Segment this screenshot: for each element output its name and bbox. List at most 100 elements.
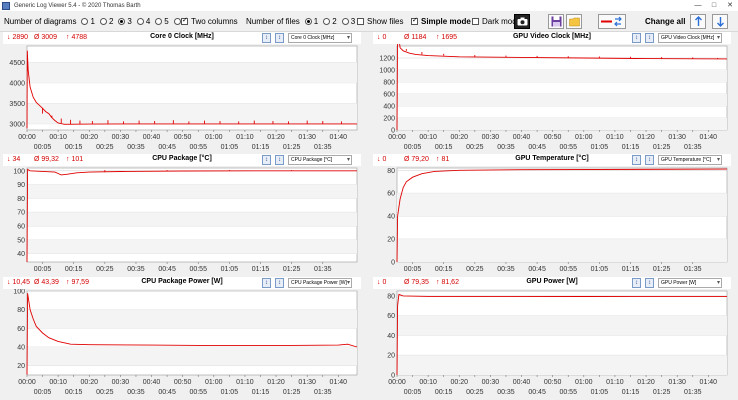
minimize-icon[interactable]: — [690, 0, 706, 11]
x-tick-label: 00:50 [174, 379, 192, 386]
x-tick-label: 00:45 [158, 266, 176, 273]
line-swap-icon [601, 16, 622, 27]
x-tick-label: 00:20 [450, 379, 468, 386]
camera-icon [517, 17, 527, 26]
x-tick-label: 01:05 [591, 266, 609, 273]
save-button[interactable] [548, 14, 564, 29]
x-tick-label: 00:35 [127, 144, 145, 151]
sort-desc-button[interactable]: ↕ [645, 278, 654, 288]
y-tick-label: 60 [387, 313, 395, 320]
sort-desc-button[interactable]: ↕ [645, 33, 654, 43]
diagrams-radio-2[interactable] [99, 18, 107, 25]
simple-mode-label: Simple mode [421, 17, 471, 26]
diagrams-radio-1[interactable] [81, 18, 89, 25]
sort-asc-button[interactable]: ↕ [632, 33, 641, 43]
diagrams-radio-6[interactable] [173, 18, 181, 25]
x-tick-label: 00:15 [65, 389, 83, 396]
dark-mode-checkbox[interactable] [472, 18, 479, 25]
diagrams-group: Number of diagrams 1 2 3 4 5 6 [4, 11, 187, 32]
panel-header: ↓ 0Ø 79,35 ↑ 81,62 GPU Power [W] ↕ ↕ GPU Powe… [373, 277, 731, 289]
sort-desc-button[interactable]: ↕ [275, 155, 284, 165]
x-tick-label: 01:00 [205, 134, 223, 141]
move-down-button[interactable] [712, 14, 728, 29]
x-tick-label: 01:35 [684, 389, 702, 396]
x-tick-label: 01:05 [221, 144, 239, 151]
show-files-group: Show files [357, 11, 403, 32]
close-icon[interactable]: ✕ [722, 0, 738, 11]
sort-desc-button[interactable]: ↕ [275, 278, 284, 288]
files-radio-1[interactable] [304, 18, 312, 25]
toggle-lines-button[interactable] [598, 14, 626, 29]
y-tick-label: 50 [17, 237, 25, 244]
y-tick-label: 20 [17, 363, 25, 370]
chart-core-0-clock-mhz: 3000 3500 4000 4500 00:00 00:10 00:20 00:30 00:4… [9, 45, 358, 151]
x-tick-label: 00:55 [189, 389, 207, 396]
app-icon [2, 1, 10, 10]
simple-mode-checkbox[interactable] [411, 16, 418, 25]
x-tick-label: 00:25 [466, 389, 484, 396]
panel-gpu-video-clock-mhz: ↓ 0Ø 1184 ↑ 1695 GPU Video Clock [MHz] ↕ ↕ GP… [373, 32, 731, 154]
grid-band [397, 239, 727, 262]
files-group: Number of files 1 2 3 [246, 11, 355, 32]
maximize-icon[interactable]: □ [706, 0, 722, 11]
x-tick-label: 00:45 [528, 389, 546, 396]
grid-band [397, 193, 727, 217]
sort-asc-button[interactable]: ↕ [632, 155, 641, 165]
x-tick-label: 00:05 [34, 389, 52, 396]
x-tick-label: 01:35 [684, 144, 702, 151]
move-up-button[interactable] [690, 14, 706, 29]
x-tick-label: 00:05 [34, 144, 52, 151]
open-folder-button[interactable] [566, 14, 582, 29]
y-tick-label: 80 [387, 293, 395, 300]
x-tick-label: 01:10 [606, 134, 624, 141]
series-select[interactable]: Core 0 Clock [MHz] [288, 33, 352, 43]
diagrams-radio-5[interactable] [155, 18, 163, 25]
title-bar: Generic Log Viewer 5.4 - © 2020 Thomas B… [0, 0, 738, 11]
x-tick-label: 01:00 [575, 134, 593, 141]
y-tick-label: 60 [387, 191, 395, 198]
chart-gpu-temperature-c: 0 20 40 60 80 00:05 00:15 00:25 00:35 00:45 00:55 0… [387, 167, 728, 273]
sort-asc-button[interactable]: ↕ [632, 278, 641, 288]
x-tick-label: 00:20 [80, 134, 98, 141]
sort-desc-button[interactable]: ↕ [275, 33, 284, 43]
panel-header: ↓ 0Ø 1184 ↑ 1695 GPU Video Clock [MHz] ↕ ↕ GP… [373, 32, 731, 44]
diagrams-radio-3[interactable] [118, 18, 126, 25]
sort-asc-button[interactable]: ↕ [262, 33, 271, 43]
files-radio-2[interactable] [323, 18, 331, 25]
x-tick-label: 00:55 [559, 266, 577, 273]
x-tick-label: 00:15 [65, 144, 83, 151]
series-select[interactable]: GPU Video Clock [MHz] [658, 33, 722, 43]
simple-mode-group: Simple mode [411, 11, 471, 32]
x-tick-label: 01:20 [637, 134, 655, 141]
x-tick-label: 01:30 [668, 134, 686, 141]
series-select[interactable]: GPU Temperature [°C] [658, 155, 722, 165]
window-controls: — □ ✕ [690, 0, 738, 11]
x-tick-label: 01:15 [252, 389, 270, 396]
x-tick-label: 01:00 [205, 379, 223, 386]
panel-header: ↓ 2890 Ø 3009 ↑ 4788 Core 0 Clock [MHz] ↕ ↕ Co… [3, 32, 361, 44]
y-tick-label: 60 [17, 326, 25, 333]
panel-cpu-package-power-w: ↓ 10,45 Ø 43,39 ↑ 97,59 CPU Package Power [… [3, 277, 361, 399]
x-tick-label: 00:00 [18, 379, 36, 386]
series-select[interactable]: CPU Package [°C] [288, 155, 352, 165]
diagrams-radio-4[interactable] [136, 18, 144, 25]
series-select[interactable]: GPU Power [W] [658, 278, 722, 288]
x-tick-label: 00:45 [158, 389, 176, 396]
show-files-label: Show files [367, 17, 404, 26]
camera-button[interactable] [514, 14, 530, 29]
sort-desc-button[interactable]: ↕ [645, 155, 654, 165]
show-files-checkbox[interactable] [357, 18, 364, 25]
sort-asc-button[interactable]: ↕ [262, 155, 271, 165]
x-tick-label: 01:25 [653, 144, 671, 151]
two-columns-checkbox[interactable] [181, 16, 188, 25]
files-radio-3[interactable] [341, 18, 349, 25]
toolbar: Number of diagrams 1 2 3 4 5 6 Two colum… [0, 11, 738, 32]
sort-asc-button[interactable]: ↕ [262, 278, 271, 288]
two-columns-label: Two columns [191, 17, 238, 26]
y-tick-label: 20 [387, 353, 395, 360]
x-tick-label: 01:15 [622, 144, 640, 151]
x-tick-label: 01:10 [606, 379, 624, 386]
grid-band [397, 315, 727, 336]
grid-band [27, 309, 357, 329]
series-select[interactable]: CPU Package Power [W] [288, 278, 352, 288]
